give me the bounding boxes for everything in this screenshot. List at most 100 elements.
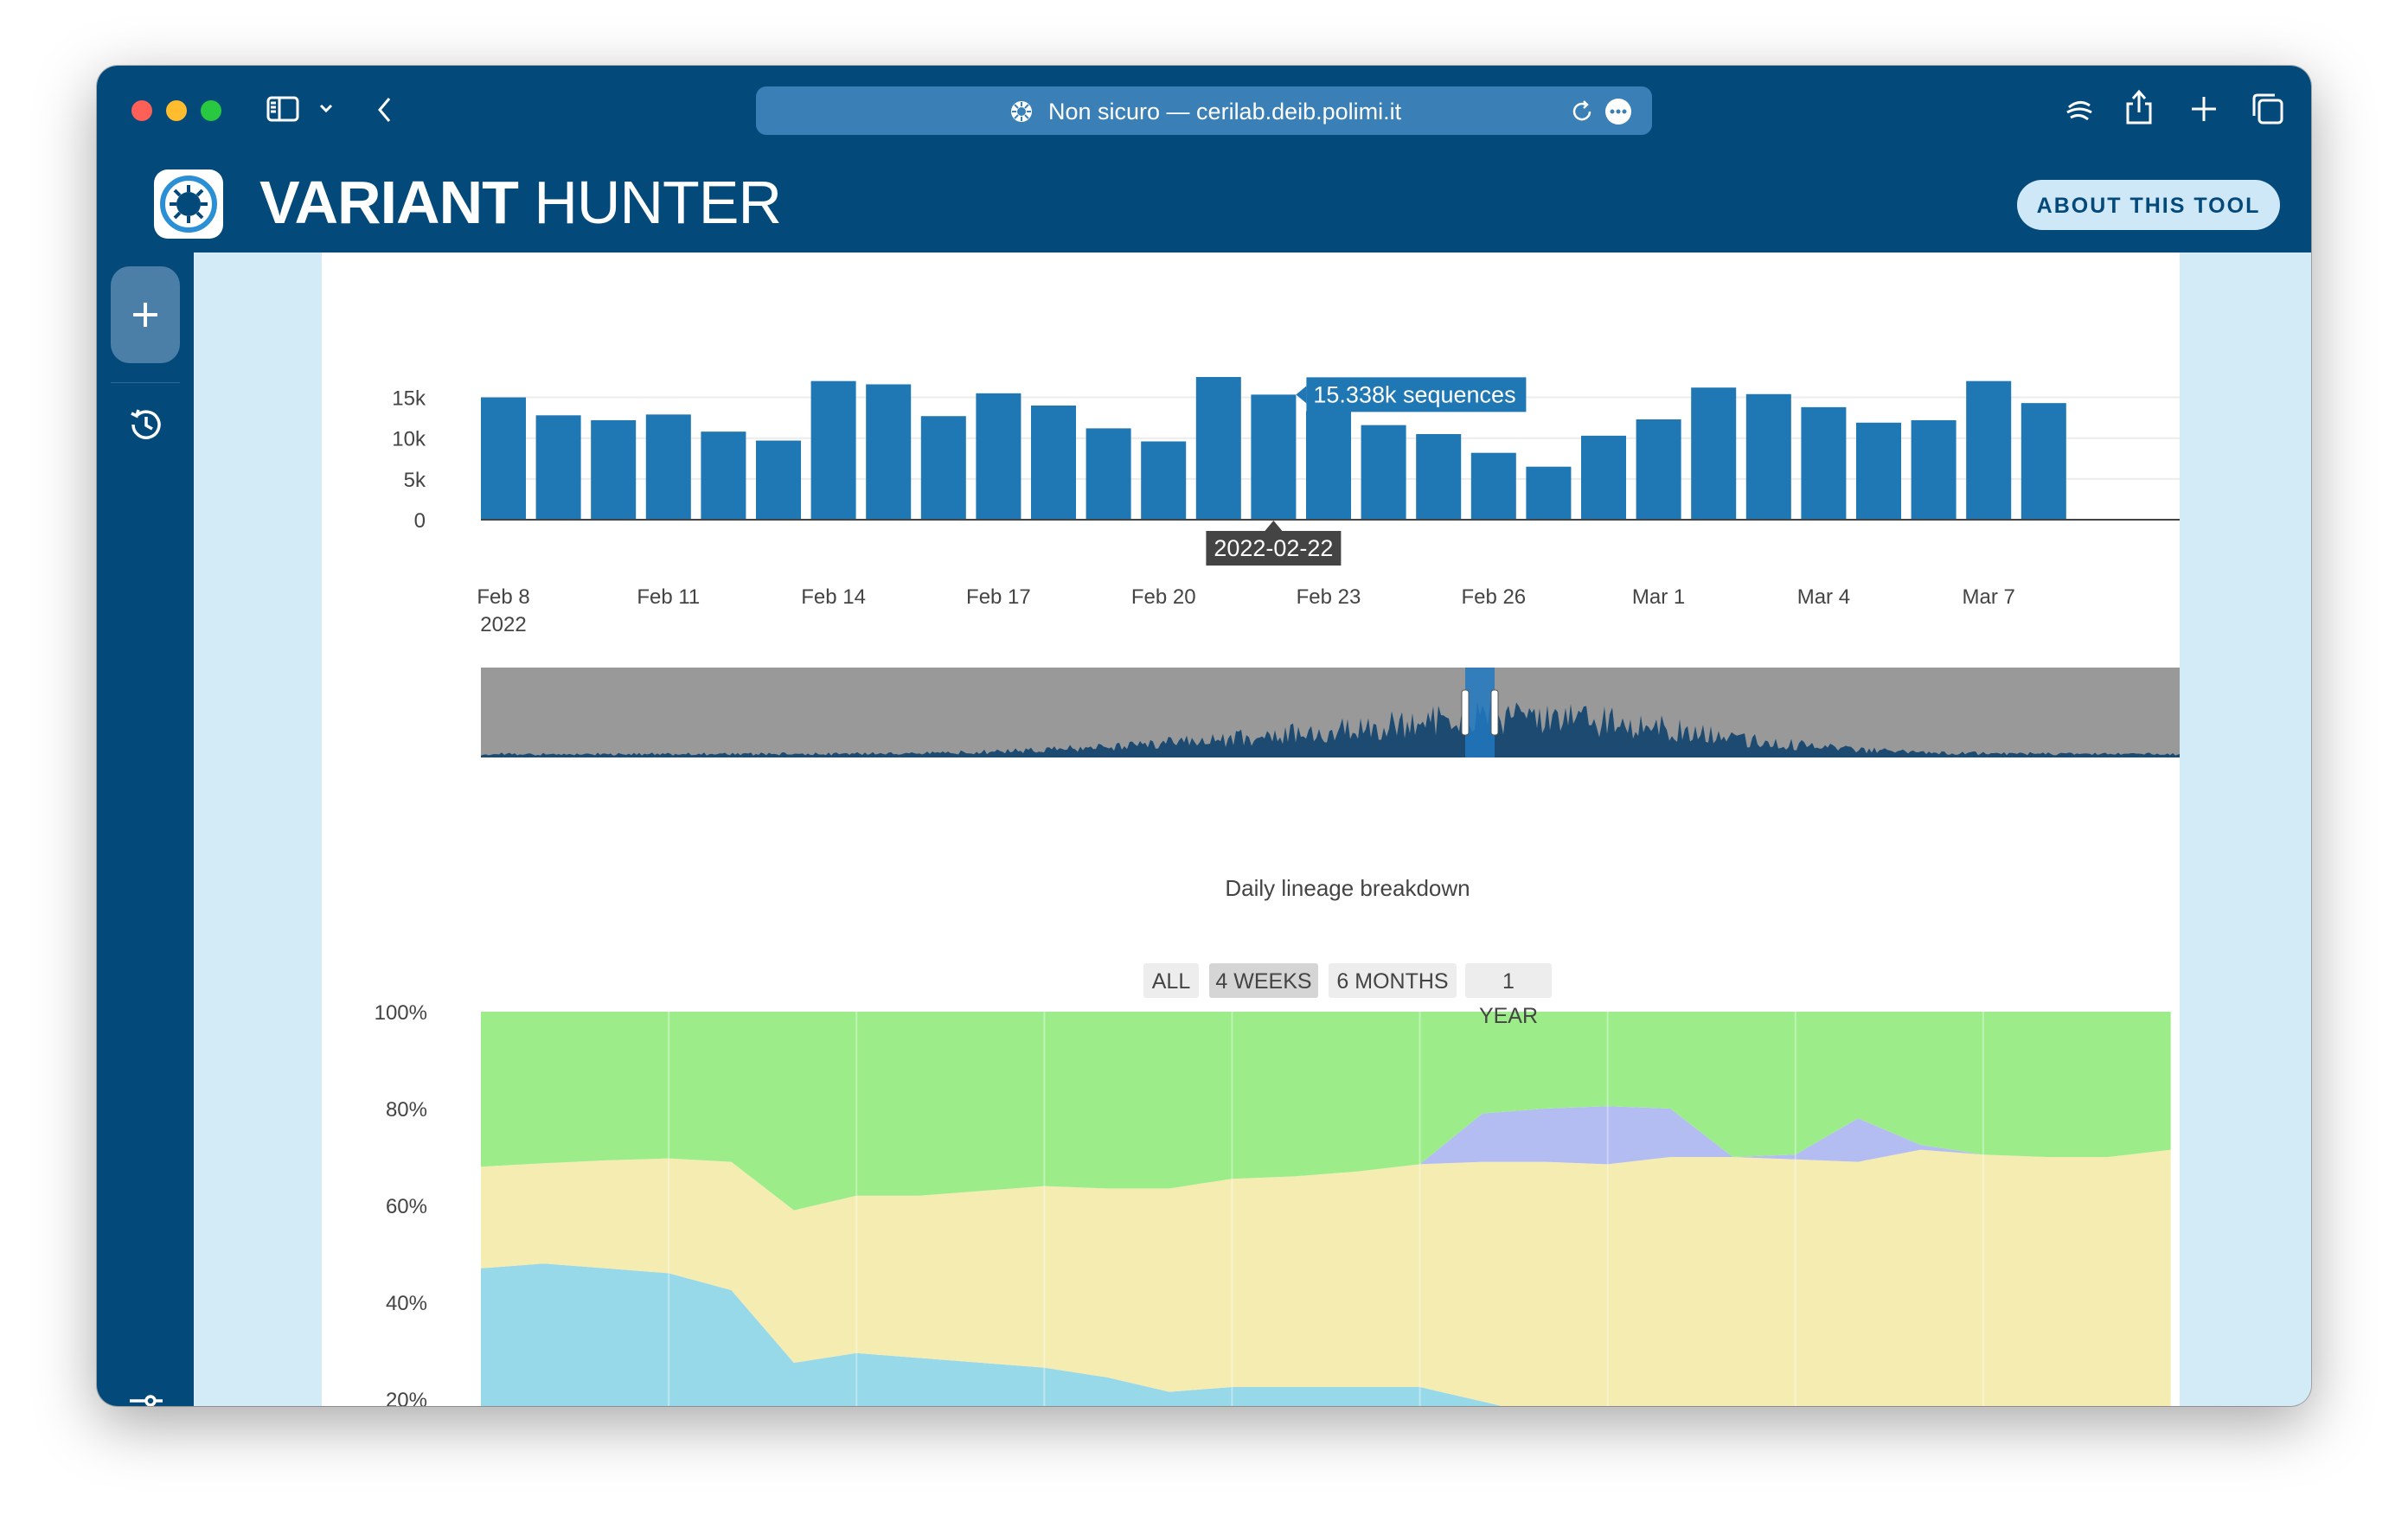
bar-y-tick-label: 0 [414,509,426,533]
browser-window: Non sicuro — cerilab.deib.polimi.it VARI… [97,66,2311,1406]
x-axis-year-label: 2022 [480,613,526,636]
range-slider-left-handle[interactable] [1461,689,1470,736]
sidebar-divider [111,382,180,383]
bar-series [481,376,2066,520]
value-tooltip-text: 15.338k sequences [1313,381,1515,407]
bar[interactable] [756,440,801,520]
bar-y-tick-label: 15k [392,387,426,411]
area-chart-title: Daily lineage breakdown [1225,875,1470,901]
bar[interactable] [701,431,746,520]
bar[interactable] [1470,452,1516,520]
area-chart-y-axis: 20% 40% 60% 80% 100% [375,1001,427,1406]
bar-x-tick-label: Feb 11 [637,585,700,609]
bar[interactable] [1251,394,1297,520]
app-title: VARIANT HUNTER [259,168,782,237]
value-tooltip: 15.338k sequences [1296,377,1527,412]
bar-x-tick-label: Feb 26 [1461,585,1526,609]
area-y-tick-label: 80% [386,1098,427,1122]
bar-x-tick-label: Feb 14 [801,585,866,609]
lineage-area-chart: Daily lineage breakdown 20% 40% 60% 80% 100%… [375,875,2172,1406]
bar[interactable] [1801,406,1847,520]
range-slider-right-handle[interactable] [1490,689,1499,736]
bar[interactable] [1195,376,1241,520]
bar-x-tick-label: Mar 4 [1797,585,1850,609]
bar-y-tick-label: 5k [404,469,426,492]
bar[interactable] [810,380,856,520]
reload-icon[interactable] [1569,99,1595,125]
minimize-window-button[interactable] [166,100,187,121]
close-window-button[interactable] [131,100,152,121]
sequences-bar-chart: 05k10k15k Feb 8 Feb 11 Feb 14 Feb 17 Feb 20 F… [392,376,2180,636]
bar[interactable] [1581,435,1626,520]
area-y-tick-label: 20% [386,1389,427,1406]
bar[interactable] [1031,405,1076,520]
app-logo [154,169,223,239]
share-icon[interactable] [2124,88,2154,126]
bar[interactable] [645,414,691,520]
url-text: Non sicuro — cerilab.deib.polimi.it [1048,99,1402,125]
back-icon[interactable] [375,95,394,125]
zoom-window-button[interactable] [201,100,221,121]
area-series [481,1012,2171,1406]
bar[interactable] [1745,393,1791,520]
app-title-light: HUNTER [534,169,782,236]
date-tooltip: 2022-02-22 [1206,521,1342,566]
bar[interactable] [1691,387,1737,520]
app-sidebar [97,252,194,1406]
bar[interactable] [1526,466,1572,520]
app-title-bold: VARIANT [259,169,519,236]
range-all-button[interactable]: ALL [1143,963,1199,998]
more-icon[interactable] [1604,97,1633,126]
range-1-year-button[interactable]: 1 YEAR [1465,963,1552,1028]
bar[interactable] [1141,441,1187,520]
browser-toolbar: Non sicuro — cerilab.deib.polimi.it VARI… [97,66,2311,252]
address-bar[interactable]: Non sicuro — cerilab.deib.polimi.it [756,86,1652,135]
bar[interactable] [535,415,581,520]
bar-chart-x-axis: Feb 8 Feb 11 Feb 14 Feb 17 Feb 20 Feb 23 Feb 2… [477,585,2015,609]
bar[interactable] [920,416,966,520]
bar-chart-y-axis: 0 5k 10k 15k [392,387,426,533]
globe-icon [1011,101,1032,122]
bar-y-tick-label: 10k [392,428,426,451]
add-analysis-button[interactable] [111,266,180,363]
bar[interactable] [976,393,1021,520]
bar[interactable] [1361,425,1406,520]
charts-canvas: 05k10k15k Feb 8 Feb 11 Feb 14 Feb 17 Feb 20 F… [375,376,2180,1406]
area-y-tick-label: 40% [386,1292,427,1315]
bar-x-tick-label: Feb 23 [1297,585,1361,609]
tabs-overview-icon[interactable] [2251,92,2285,126]
bar-x-tick-label: Feb 20 [1131,585,1196,609]
bar-x-tick-label: Feb 8 [477,585,529,609]
range-slider-selection[interactable] [1465,668,1495,757]
bar-x-tick-label: Mar 7 [1963,585,2015,609]
area-y-tick-label: 100% [375,1001,427,1025]
date-tooltip-text: 2022-02-22 [1214,535,1333,561]
bar[interactable] [1636,419,1681,520]
new-tab-icon[interactable] [2188,93,2219,125]
sidebar-toggle-icon[interactable] [266,95,299,123]
virus-logo-icon [160,176,217,233]
history-icon[interactable] [126,405,166,444]
bar[interactable] [2021,403,2066,520]
bar[interactable] [591,419,637,520]
extension-icon[interactable] [2062,97,2097,123]
bar-x-tick-label: Mar 1 [1632,585,1685,609]
settings-sliders-icon[interactable] [126,1389,166,1406]
about-this-tool-button[interactable]: ABOUT THIS TOOL [2017,180,2280,230]
bar[interactable] [866,384,912,520]
bar-x-tick-label: Feb 17 [966,585,1031,609]
chevron-down-icon[interactable] [318,102,334,114]
bar[interactable] [1966,380,2012,520]
bar[interactable] [1856,422,1901,520]
area-y-tick-label: 60% [386,1195,427,1218]
plus-icon [133,303,157,327]
bar[interactable] [481,397,526,520]
bar[interactable] [1086,428,1131,520]
range-slider[interactable] [481,668,2180,757]
range-6-months-button[interactable]: 6 MONTHS [1329,963,1457,998]
bar[interactable] [1306,411,1351,520]
bar[interactable] [1911,419,1956,520]
main-content: 0 5k 10k 15k Feb 8 Feb 11 Feb 14 Feb 17 Feb 20 F… [322,252,2180,1406]
range-4-weeks-button[interactable]: 4 WEEKS [1209,963,1318,998]
bar[interactable] [1416,433,1462,520]
